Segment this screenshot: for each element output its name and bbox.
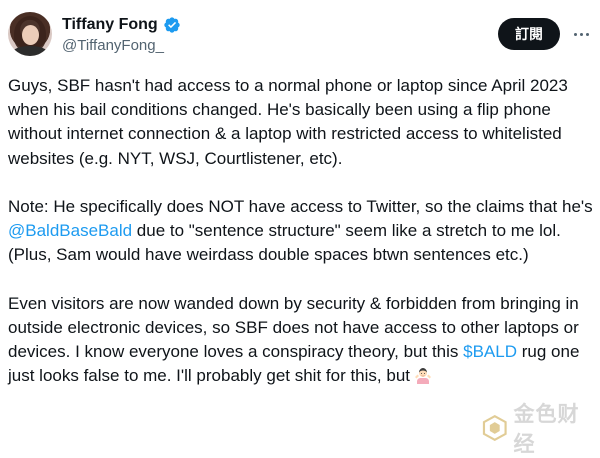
author-name[interactable]: Tiffany Fong xyxy=(62,16,158,34)
tweet-paragraph-2-text-before: Note: He specifically does NOT have acce… xyxy=(8,197,593,216)
tweet-header: Tiffany Fong @TiffanyFong_ 訂閱 xyxy=(0,0,600,60)
watermark: 金色财经 xyxy=(482,402,600,456)
watermark-text: 金色财经 xyxy=(513,402,580,456)
subscribe-button[interactable]: 訂閱 xyxy=(498,18,560,50)
mention-link[interactable]: @BaldBaseBald xyxy=(8,221,132,240)
jinse-logo-icon xyxy=(482,415,507,441)
verified-badge-icon xyxy=(164,17,180,33)
more-dot xyxy=(573,32,577,36)
author-handle[interactable]: @TiffanyFong_ xyxy=(62,37,164,54)
avatar[interactable] xyxy=(8,12,52,56)
avatar-shirt xyxy=(12,46,48,56)
tweet-paragraph-1-text: Guys, SBF hasn't had access to a normal … xyxy=(8,76,568,168)
avatar-face xyxy=(22,25,39,45)
person-shrugging-emoji-icon xyxy=(415,368,431,385)
tweet-paragraph-3: Even visitors are now wanded down by sec… xyxy=(8,292,596,389)
tweet-paragraph-2: Note: He specifically does NOT have acce… xyxy=(8,195,596,268)
author-name-line: Tiffany Fong xyxy=(62,15,181,35)
more-options-icon[interactable] xyxy=(568,22,594,46)
tweet-text: Guys, SBF hasn't had access to a normal … xyxy=(8,74,596,413)
more-dot xyxy=(585,32,589,36)
tweet-paragraph-1: Guys, SBF hasn't had access to a normal … xyxy=(8,74,596,171)
more-dot xyxy=(579,32,583,36)
cashtag-link[interactable]: $BALD xyxy=(463,342,517,361)
